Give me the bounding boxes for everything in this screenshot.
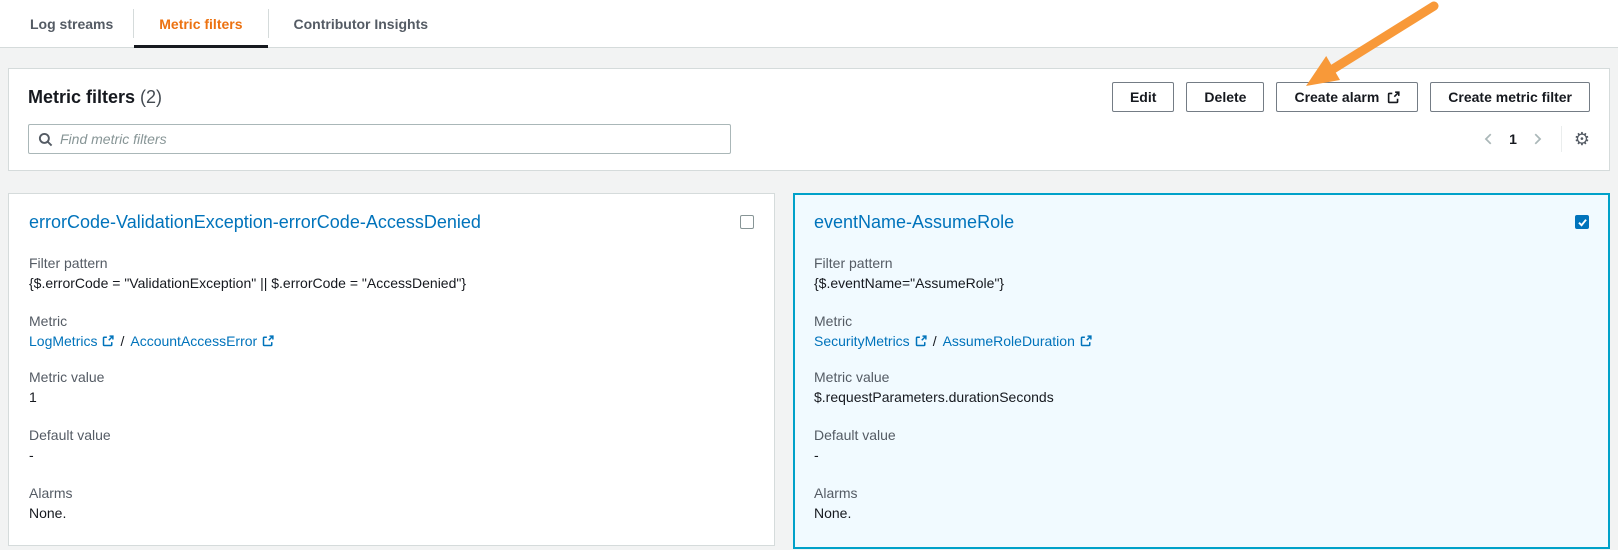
- default-value-label: Default value: [814, 427, 896, 443]
- filter-pattern-label: Filter pattern: [29, 255, 108, 271]
- metric-name-link[interactable]: AssumeRoleDuration: [943, 333, 1092, 349]
- tab-log-streams-label: Log streams: [30, 15, 114, 32]
- delete-button-label: Delete: [1204, 89, 1247, 105]
- metric-namespace-link[interactable]: SecurityMetrics: [814, 333, 927, 349]
- metric-value-label: Metric value: [814, 369, 890, 385]
- filter-pattern-label: Filter pattern: [814, 255, 893, 271]
- current-page-number: 1: [1509, 131, 1517, 147]
- external-link-icon: [1387, 90, 1400, 104]
- create-metric-filter-button[interactable]: Create metric filter: [1430, 82, 1590, 112]
- external-link-icon: [915, 335, 927, 347]
- metric-name-text: AssumeRoleDuration: [942, 333, 1075, 349]
- metric-value: 1: [29, 389, 37, 405]
- page-title-text: Metric filters: [28, 86, 136, 107]
- metric-label: Metric: [29, 313, 68, 329]
- metric-separator: /: [120, 333, 125, 349]
- edit-button-label: Edit: [1129, 89, 1157, 105]
- metric-filter-link[interactable]: errorCode-ValidationException-errorCode-…: [29, 209, 481, 235]
- tab-metric-filters[interactable]: Metric filters: [134, 0, 268, 48]
- metric-namespace-link[interactable]: LogMetrics: [29, 333, 115, 349]
- next-page-button[interactable]: [1525, 127, 1549, 151]
- metric-filters-header-panel: Metric filters (2) Edit Delete Create ala…: [8, 68, 1610, 171]
- search-input[interactable]: [60, 131, 721, 147]
- default-value: -: [29, 447, 34, 463]
- default-value-label: Default value: [29, 427, 111, 443]
- tab-contributor-insights-label: Contributor Insights: [293, 15, 429, 32]
- filter-pattern-value: {$.eventName="AssumeRole"}: [814, 275, 1005, 291]
- metric-filter-card-assumerole-selected: eventName-AssumeRole Filter pattern {$.e…: [793, 193, 1610, 549]
- alarms-label: Alarms: [814, 485, 858, 501]
- metric-namespace-text: LogMetrics: [29, 333, 98, 349]
- pagination-divider: [1560, 126, 1562, 152]
- metric-label: Metric: [814, 313, 853, 329]
- metric-separator: /: [932, 333, 937, 349]
- create-alarm-button-label: Create alarm: [1294, 89, 1380, 105]
- search-icon: [38, 132, 53, 147]
- chevron-right-icon: [1530, 132, 1544, 146]
- external-link-icon: [102, 335, 115, 347]
- external-link-icon: [262, 335, 274, 347]
- previous-page-button[interactable]: [1477, 127, 1501, 151]
- metric-name-text: AccountAccessError: [130, 333, 258, 349]
- filter-pattern-value: {$.errorCode = "ValidationException" || …: [29, 275, 467, 291]
- metric-value: $.requestParameters.durationSeconds: [814, 389, 1054, 405]
- alarms-value: None.: [29, 505, 67, 521]
- external-link-icon: [1080, 335, 1092, 347]
- settings-gear-icon[interactable]: ⚙: [1574, 130, 1590, 148]
- metric-value-label: Metric value: [29, 369, 105, 385]
- pagination: 1 ⚙: [1477, 126, 1590, 152]
- checkmark-icon: [1577, 217, 1588, 228]
- metric-filter-link[interactable]: eventName-AssumeRole: [814, 209, 1014, 235]
- create-metric-filter-button-label: Create metric filter: [1448, 89, 1572, 105]
- search-box: [28, 124, 731, 154]
- card-checkbox-unchecked[interactable]: [740, 215, 754, 229]
- page-title-count: (2): [140, 86, 163, 107]
- edit-button[interactable]: Edit: [1111, 82, 1175, 112]
- delete-button[interactable]: Delete: [1186, 82, 1265, 112]
- tab-log-streams[interactable]: Log streams: [30, 0, 133, 47]
- tab-contributor-insights[interactable]: Contributor Insights: [269, 0, 454, 47]
- card-checkbox-checked[interactable]: [1575, 215, 1589, 229]
- metric-namespace-text: SecurityMetrics: [814, 333, 910, 349]
- alarms-label: Alarms: [29, 485, 73, 501]
- metric-name-link[interactable]: AccountAccessError: [130, 333, 274, 349]
- default-value: -: [814, 447, 819, 463]
- page-title: Metric filters (2): [28, 87, 162, 108]
- tab-bar: Log streams Metric filters Contributor I…: [0, 0, 1618, 48]
- metric-filter-cards: errorCode-ValidationException-errorCode-…: [8, 193, 1610, 549]
- create-alarm-button[interactable]: Create alarm: [1276, 82, 1419, 112]
- header-actions: Edit Delete Create alarm Create metric f…: [1111, 82, 1590, 112]
- alarms-value: None.: [814, 505, 852, 521]
- chevron-left-icon: [1482, 132, 1496, 146]
- metric-filter-card-errorcode: errorCode-ValidationException-errorCode-…: [8, 193, 775, 546]
- tab-metric-filters-label: Metric filters: [159, 15, 243, 32]
